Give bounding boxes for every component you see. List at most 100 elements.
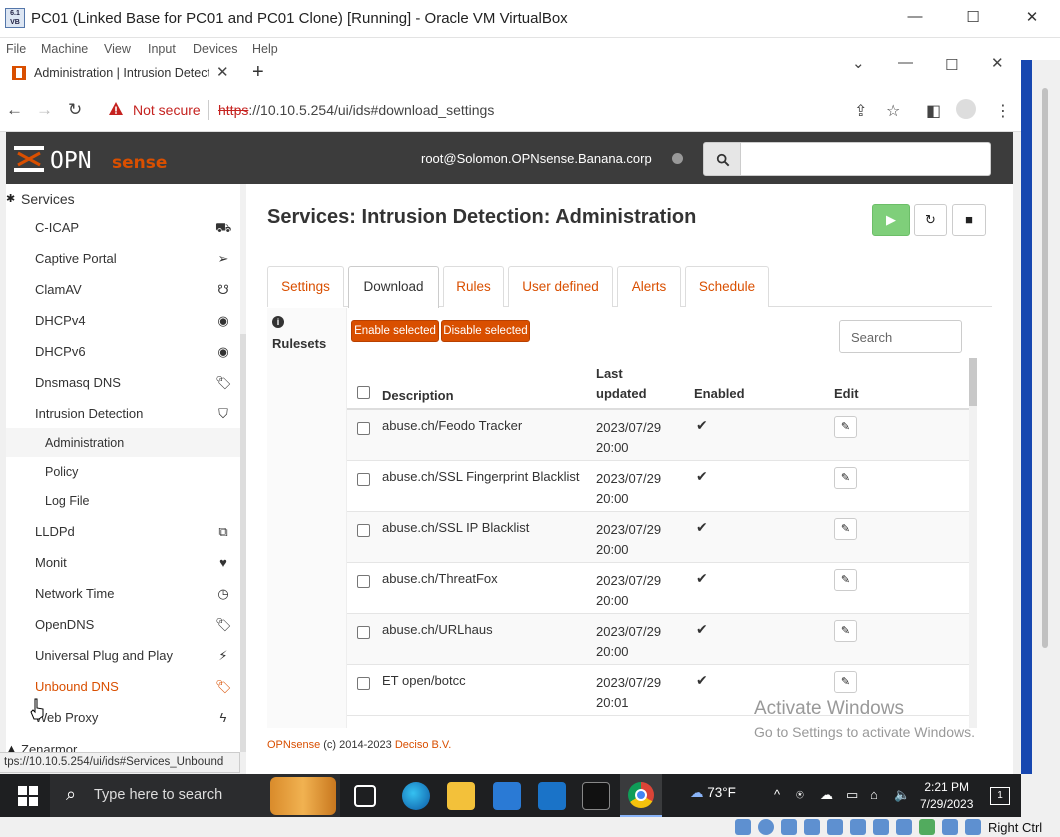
profile-avatar-icon[interactable] bbox=[956, 99, 976, 119]
table-row[interactable]: abuse.ch/ThreatFox 2023/07/29 20:00 ✔ ✎ bbox=[347, 563, 969, 614]
network-adapter-icon[interactable] bbox=[804, 819, 820, 835]
menu-devices[interactable]: Devices bbox=[193, 42, 237, 56]
tab-rules[interactable]: Rules bbox=[443, 266, 504, 307]
battery-icon[interactable]: ▭ bbox=[846, 787, 858, 803]
header-search-input[interactable] bbox=[741, 142, 991, 176]
onedrive-icon[interactable]: ☁ bbox=[820, 787, 833, 803]
sidebar-item-monit[interactable]: Monit ♥ bbox=[6, 548, 240, 579]
row-checkbox[interactable] bbox=[357, 677, 370, 690]
tray-chevron-icon[interactable]: ^ bbox=[774, 787, 780, 802]
browser-maximize-icon[interactable]: ☐ bbox=[945, 56, 958, 74]
sidebar-item-administration[interactable]: Administration bbox=[6, 428, 240, 457]
menu-view[interactable]: View bbox=[104, 42, 131, 56]
row-checkbox[interactable] bbox=[357, 422, 370, 435]
col-last-updated-1[interactable]: Last bbox=[596, 366, 623, 381]
side-panel-icon[interactable]: ◧ bbox=[926, 101, 941, 121]
reload-icon[interactable]: ↻ bbox=[68, 100, 82, 120]
notification-center-icon[interactable]: 1 bbox=[990, 787, 1010, 805]
sidebar-item-captive-portal[interactable]: Captive Portal ➢ bbox=[6, 244, 240, 275]
audio-icon[interactable] bbox=[781, 819, 797, 835]
mouse-integration-icon[interactable] bbox=[942, 819, 958, 835]
terminal-icon[interactable] bbox=[582, 782, 610, 810]
sidebar-section-services[interactable]: ✱ Services bbox=[6, 189, 240, 215]
tab-search-icon[interactable]: ⌄ bbox=[852, 54, 865, 72]
restart-button[interactable]: ↻ bbox=[914, 204, 947, 236]
row-checkbox[interactable] bbox=[357, 524, 370, 537]
edit-pencil-button[interactable]: ✎ bbox=[834, 620, 857, 642]
sidebar-item-clamav[interactable]: ClamAV ☋ bbox=[6, 275, 240, 306]
edit-pencil-button[interactable]: ✎ bbox=[834, 569, 857, 591]
taskbar-clock[interactable]: 2:21 PM 7/29/2023 bbox=[920, 779, 973, 813]
share-icon[interactable]: ⇪ bbox=[854, 101, 867, 121]
sidebar-item-dhcpv6[interactable]: DHCPv6 ◉ bbox=[6, 337, 240, 368]
table-row[interactable]: abuse.ch/SSL Fingerprint Blacklist 2023/… bbox=[347, 461, 969, 512]
start-button[interactable]: ▶ bbox=[872, 204, 910, 236]
optical-drive-icon[interactable] bbox=[758, 819, 774, 835]
user-label[interactable]: root@Solomon.OPNsense.Banana.corp bbox=[421, 151, 652, 166]
col-enabled[interactable]: Enabled bbox=[694, 386, 745, 401]
col-description[interactable]: Description bbox=[382, 388, 454, 403]
menu-machine[interactable]: Machine bbox=[41, 42, 88, 56]
host-key-arrow-icon[interactable] bbox=[965, 819, 981, 835]
weather-widget[interactable]: ☁ 73°F bbox=[690, 785, 736, 801]
sidebar-item-intrusion-detection[interactable]: Intrusion Detection ⛉ bbox=[6, 399, 240, 430]
back-icon[interactable]: ← bbox=[6, 100, 23, 120]
sidebar-item-policy[interactable]: Policy bbox=[6, 457, 240, 486]
table-row[interactable]: abuse.ch/URLhaus 2023/07/29 20:00 ✔ ✎ bbox=[347, 614, 969, 665]
video-capture-icon[interactable] bbox=[896, 819, 912, 835]
sidebar-item-upnp[interactable]: Universal Plug and Play ⚡ bbox=[6, 641, 240, 672]
sidebar-item-opendns[interactable]: OpenDNS 🏷 bbox=[6, 610, 240, 641]
row-checkbox[interactable] bbox=[357, 575, 370, 588]
sidebar-item-dnsmasq-dns[interactable]: Dnsmasq DNS 🏷 bbox=[6, 368, 240, 399]
col-last-updated-2[interactable]: updated bbox=[596, 386, 647, 401]
edge-icon[interactable] bbox=[402, 782, 430, 810]
edit-pencil-button[interactable]: ✎ bbox=[834, 671, 857, 693]
edit-pencil-button[interactable]: ✎ bbox=[834, 518, 857, 540]
shared-folders-icon[interactable] bbox=[850, 819, 866, 835]
store-icon[interactable] bbox=[493, 782, 521, 810]
menu-dots-icon[interactable]: ⋮ bbox=[995, 101, 1011, 121]
select-all-checkbox[interactable] bbox=[357, 386, 370, 399]
display-icon[interactable] bbox=[873, 819, 889, 835]
enable-selected-button[interactable]: Enable selected bbox=[351, 320, 439, 342]
edit-pencil-button[interactable]: ✎ bbox=[834, 416, 857, 438]
sidebar-item-dhcpv4[interactable]: DHCPv4 ◉ bbox=[6, 306, 240, 337]
browser-minimize-icon[interactable]: — bbox=[898, 54, 913, 71]
windows-start-icon[interactable] bbox=[18, 786, 38, 806]
bookmark-star-icon[interactable]: ☆ bbox=[886, 101, 900, 121]
forward-icon[interactable]: → bbox=[36, 100, 53, 120]
row-checkbox[interactable] bbox=[357, 473, 370, 486]
file-explorer-icon[interactable] bbox=[447, 782, 475, 810]
tab-close-icon[interactable]: ✕ bbox=[216, 63, 229, 81]
browser-close-icon[interactable]: ✕ bbox=[991, 54, 1004, 72]
page-scrollbar[interactable] bbox=[1032, 60, 1060, 774]
mail-icon[interactable] bbox=[538, 782, 566, 810]
grid-scrollbar[interactable] bbox=[969, 358, 977, 728]
chrome-taskbar-button[interactable] bbox=[620, 774, 662, 817]
sidebar-item-log-file[interactable]: Log File bbox=[6, 486, 240, 515]
edit-pencil-button[interactable]: ✎ bbox=[834, 467, 857, 489]
disable-selected-button[interactable]: Disable selected bbox=[441, 320, 530, 342]
taskbar-search[interactable]: ⌕ Type here to search bbox=[50, 774, 340, 817]
menu-file[interactable]: File bbox=[6, 42, 26, 56]
hdd-icon[interactable] bbox=[735, 819, 751, 835]
minimize-icon[interactable]: — bbox=[900, 8, 930, 25]
info-icon[interactable]: i bbox=[272, 316, 284, 328]
menu-help[interactable]: Help bbox=[252, 42, 278, 56]
task-view-icon[interactable] bbox=[354, 785, 376, 807]
menu-input[interactable]: Input bbox=[148, 42, 176, 56]
grid-search-input[interactable]: Search bbox=[839, 320, 962, 353]
opnsense-logo[interactable]: OPN sense bbox=[12, 144, 172, 174]
close-icon[interactable]: ✕ bbox=[1017, 8, 1047, 26]
network-icon[interactable]: ⌂ bbox=[870, 787, 878, 802]
address-bar[interactable]: Not secure https://10.10.5.254/ui/ids#do… bbox=[96, 95, 836, 125]
usb-icon[interactable] bbox=[827, 819, 843, 835]
maximize-icon[interactable]: ☐ bbox=[958, 8, 988, 26]
tab-alerts[interactable]: Alerts bbox=[617, 266, 681, 307]
tab-download[interactable]: Download bbox=[348, 266, 439, 308]
search-button[interactable] bbox=[703, 142, 741, 176]
tab-schedule[interactable]: Schedule bbox=[685, 266, 769, 307]
sidebar-item-lldpd[interactable]: LLDPd ⧉ bbox=[6, 517, 240, 548]
tab-settings[interactable]: Settings bbox=[267, 266, 344, 307]
browser-tab[interactable]: Administration | Intrusion Detect ✕ bbox=[6, 60, 238, 88]
